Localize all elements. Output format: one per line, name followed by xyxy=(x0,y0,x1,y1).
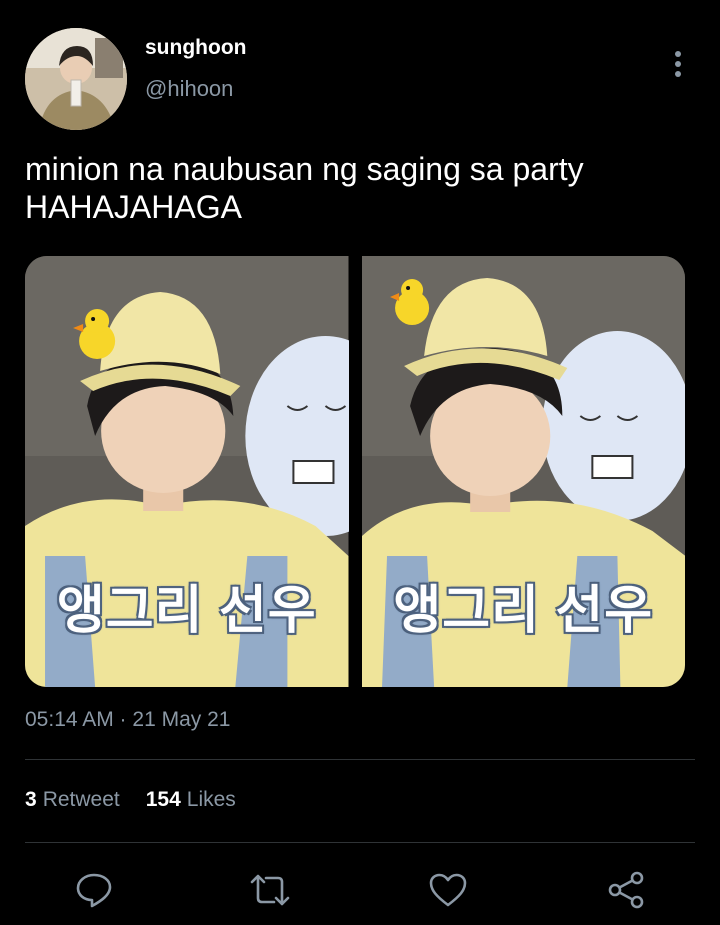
tweet-photo[interactable]: 앵그리 선우 xyxy=(361,256,685,687)
retweets-label: Retweet xyxy=(42,788,120,811)
retweet-icon xyxy=(250,874,290,906)
reply-button[interactable] xyxy=(72,868,116,912)
like-icon xyxy=(429,873,467,907)
tweet-media: 앵그리 선우 앵그리 선우 xyxy=(25,256,685,687)
photo-caption: 앵그리 선우 xyxy=(393,582,654,640)
tweet-timestamp[interactable]: 05:14 AM · 21 May 21 xyxy=(25,708,230,732)
photo-caption: 앵그리 선우 xyxy=(56,582,317,640)
likes-stat[interactable]: 154 Likes xyxy=(146,788,236,812)
divider xyxy=(25,759,695,760)
tweet-photo[interactable]: 앵그리 선우 xyxy=(25,256,349,687)
retweet-button[interactable] xyxy=(248,868,292,912)
tweet-text: minion na naubusan ng saging sa party HA… xyxy=(25,150,685,226)
tweet-stats: 3 Retweet 154 Likes xyxy=(25,788,236,812)
likes-count: 154 xyxy=(145,788,181,811)
author-handle[interactable]: @hihoon xyxy=(145,76,233,102)
like-button[interactable] xyxy=(426,868,470,912)
avatar-image xyxy=(25,28,127,130)
reply-icon xyxy=(76,873,112,908)
more-vertical-icon xyxy=(675,51,681,77)
retweets-stat[interactable]: 3 Retweet xyxy=(25,788,120,812)
divider xyxy=(25,842,695,843)
avatar[interactable] xyxy=(25,28,127,130)
author-display-name[interactable]: sunghoon xyxy=(145,36,246,60)
tweet-text-line: HAHAJAHAGA xyxy=(25,189,242,225)
tweet-text-line: minion na naubusan ng saging sa party xyxy=(25,151,584,187)
retweets-count: 3 xyxy=(25,788,37,811)
share-button[interactable] xyxy=(604,868,648,912)
share-icon xyxy=(608,871,644,909)
more-options-button[interactable] xyxy=(664,46,692,82)
likes-label: Likes xyxy=(186,788,236,811)
